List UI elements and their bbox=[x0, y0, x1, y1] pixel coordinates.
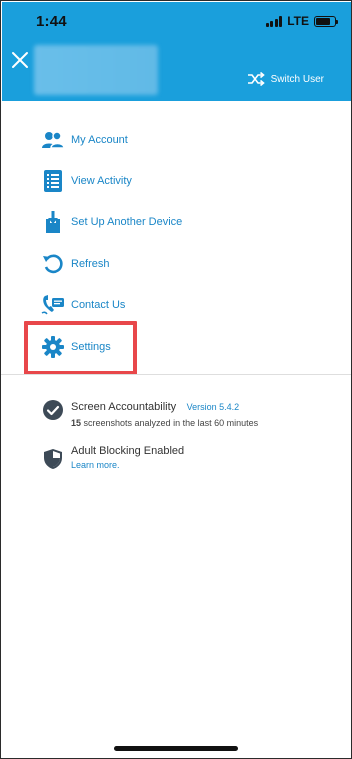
menu-item-label: Contact Us bbox=[71, 299, 126, 311]
menu-item-label: Set Up Another Device bbox=[71, 216, 183, 228]
shield-icon bbox=[43, 448, 63, 469]
learn-more-link[interactable]: Learn more. bbox=[71, 460, 184, 470]
network-label: LTE bbox=[287, 14, 309, 28]
shuffle-icon bbox=[247, 72, 265, 86]
menu-item-view-activity[interactable]: View Activity bbox=[41, 166, 132, 196]
download-device-icon bbox=[41, 210, 65, 234]
header-bar: 1:44 LTE Switch User bbox=[2, 2, 351, 101]
status-time: 1:44 bbox=[36, 13, 67, 30]
close-button[interactable] bbox=[10, 50, 30, 70]
menu-item-label: Refresh bbox=[71, 258, 110, 270]
menu-item-set-up-device[interactable]: Set Up Another Device bbox=[41, 207, 182, 237]
activity-list-icon bbox=[41, 169, 65, 193]
adult-blocking-row: Adult Blocking Enabled Learn more. bbox=[43, 445, 184, 470]
close-icon bbox=[12, 52, 28, 68]
accountability-title: Screen Accountability bbox=[71, 401, 177, 413]
switch-user-label: Switch User bbox=[270, 73, 324, 85]
settings-highlight-box bbox=[24, 321, 137, 375]
signal-icon bbox=[265, 15, 283, 27]
user-name-redacted bbox=[34, 45, 158, 95]
refresh-icon bbox=[41, 252, 65, 276]
blocking-title: Adult Blocking Enabled bbox=[71, 445, 185, 457]
screenshot-count: 15 bbox=[71, 418, 82, 428]
switch-user-button[interactable]: Switch User bbox=[247, 72, 324, 86]
account-icon bbox=[41, 128, 65, 152]
battery-icon bbox=[314, 15, 338, 27]
contact-icon bbox=[41, 293, 65, 317]
check-circle-icon bbox=[43, 400, 63, 420]
app-frame: 1:44 LTE Switch User My Account View Act… bbox=[0, 0, 352, 759]
status-icons: LTE bbox=[265, 14, 338, 28]
menu-item-contact-us[interactable]: Contact Us bbox=[41, 290, 125, 320]
menu-item-refresh[interactable]: Refresh bbox=[41, 249, 110, 279]
menu-item-my-account[interactable]: My Account bbox=[41, 125, 128, 155]
home-indicator[interactable] bbox=[114, 746, 238, 751]
accountability-subtitle: 15 screenshots analyzed in the last 60 m… bbox=[71, 418, 258, 428]
menu-item-label: View Activity bbox=[71, 175, 132, 187]
divider bbox=[1, 374, 351, 375]
accountability-sub-text: screenshots analyzed in the last 60 minu… bbox=[81, 418, 259, 428]
status-bar: 1:44 LTE bbox=[2, 2, 351, 42]
menu-item-label: My Account bbox=[71, 134, 128, 146]
screen-accountability-row: Screen Accountability Version 5.4.2 15 s… bbox=[43, 397, 258, 428]
version-label: Version 5.4.2 bbox=[186, 402, 240, 412]
